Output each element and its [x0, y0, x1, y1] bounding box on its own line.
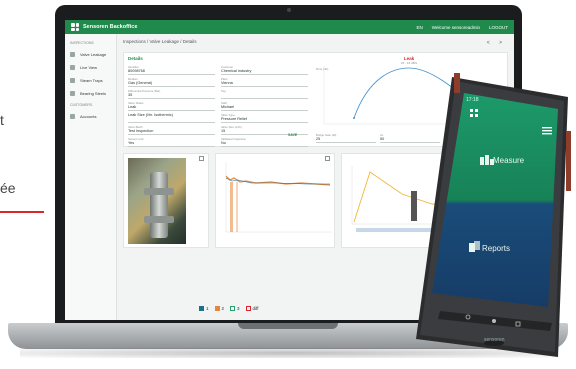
field-value: 25: [316, 137, 321, 141]
measure-button[interactable]: Measure: [493, 156, 524, 165]
pager-arrows[interactable]: < >: [487, 40, 506, 46]
checkbox[interactable]: [214, 306, 220, 311]
field-valve-status[interactable]: Valve Status Leak: [128, 101, 215, 111]
field-value: Michael: [221, 105, 235, 109]
field-customer[interactable]: Customer Chemical Industry: [221, 65, 308, 75]
brand-name: Sensoren Backoffice: [83, 24, 138, 30]
sidebar-item-label: Bearing Steels: [80, 91, 107, 96]
checkbox[interactable]: [230, 306, 236, 311]
field-valve-batch[interactable]: Valve Batch Test Inspection: [128, 125, 215, 135]
laptop-camera: [287, 8, 291, 12]
field-tag[interactable]: Tag: [221, 89, 308, 99]
details-fields: Identifier 80098768 Customer Chemical Indu…: [128, 65, 308, 147]
legend-item-2[interactable]: 2: [214, 306, 225, 311]
expand-icon[interactable]: [199, 156, 204, 161]
page-text-fragment: ée: [0, 180, 16, 196]
field-leak-size[interactable]: Leak Size (l/hr. Isothermic): [128, 113, 215, 123]
breadcrumb: Inspections / Valve Leakage / Details: [123, 39, 197, 44]
field-pressure[interactable]: Differential Pressure (Bar) 35: [128, 89, 215, 99]
sidebar-item-label: Steam Traps: [80, 78, 103, 83]
legend-item-3[interactable]: 3: [230, 306, 240, 311]
logout-link[interactable]: LOGOUT: [489, 25, 508, 30]
legend-label: 2: [221, 306, 225, 311]
field-value: No: [221, 141, 226, 145]
field-value: Pressure Relief: [221, 117, 247, 121]
expand-icon[interactable]: [325, 156, 330, 161]
legend-item-1[interactable]: 1: [199, 306, 209, 311]
sidebar-item-label: Valve Leakage: [80, 52, 107, 57]
field-value: Chemical Industry: [221, 69, 252, 73]
spectrum-card: [215, 153, 335, 248]
field-identifier[interactable]: Identifier 80098768: [128, 65, 215, 75]
save-button[interactable]: SAVE: [288, 133, 297, 137]
phone-brand-mark: sensoren: [484, 337, 505, 343]
leak-ylabel: Rms (db): [316, 67, 328, 71]
accent-underline: [0, 211, 44, 213]
laptop-hinge-notch: [238, 323, 338, 329]
sidebar-item-valve-leakage[interactable]: Valve Leakage: [65, 48, 116, 61]
sidebar-item-live-view[interactable]: Live View: [65, 61, 116, 74]
eye-icon: [70, 65, 75, 70]
valve-photo[interactable]: [128, 158, 186, 244]
pipe-shape: [150, 172, 168, 238]
phone-body: [411, 73, 571, 357]
welcome-text: Welcome sensoreadmin: [431, 24, 480, 30]
sidebar-section-customers: CUSTOMERS: [70, 103, 93, 107]
sidebar-item-label: Accounts: [80, 114, 97, 119]
spectrum-chart: [225, 162, 332, 233]
photo-card: [123, 153, 209, 248]
field-value: 35: [128, 93, 133, 97]
sidebar-item-accounts[interactable]: Accounts: [65, 110, 116, 123]
page-text-fragment: t: [0, 112, 4, 128]
field-value: Leak Size (l/hr. Isothermic): [128, 113, 173, 117]
field-value: Test Inspection: [128, 129, 154, 133]
legend-label: diff: [252, 306, 259, 311]
phone-status-time: 17:18: [466, 97, 479, 103]
flange-shape: [144, 216, 174, 223]
field-label: Tag: [221, 89, 226, 93]
legend-label: 3: [237, 306, 240, 311]
field-value: 80098768: [128, 69, 145, 73]
leak-chart-subtitle: 25 · 18 dB/s: [400, 61, 418, 65]
brand-logo-icon: [71, 23, 79, 31]
field-staff[interactable]: Staff Michael: [221, 101, 308, 111]
field-value: Yes: [128, 141, 135, 145]
trap-icon: [70, 78, 75, 83]
checkbox[interactable]: [245, 306, 251, 311]
rugged-phone: 17:18 Measure Reports sensoren: [408, 71, 574, 362]
language-switch[interactable]: EN: [417, 25, 423, 30]
top-bar: Sensoren Backoffice EN Welcome sensoread…: [65, 20, 514, 34]
sidebar: INSPECTIONS Valve Leakage Live View Stea…: [65, 34, 117, 320]
checkbox[interactable]: [199, 306, 204, 311]
field-value: Gas (General): [128, 81, 153, 85]
chart-legend: 1 2 3 diff: [199, 306, 258, 311]
reports-button[interactable]: Reports: [482, 244, 510, 253]
field-medium[interactable]: Medium Gas (General): [128, 77, 215, 87]
field-bridge[interactable]: Bridge Gate (all) 25: [316, 133, 376, 143]
field-value: Leak: [128, 105, 137, 109]
sidebar-item-label: Live View: [80, 65, 98, 70]
legend-label: 1: [206, 306, 209, 311]
flange-shape: [144, 188, 174, 195]
field-sensor-lock[interactable]: Sensor Lock Yes: [128, 137, 215, 147]
field-validated[interactable]: Validated Inspection No: [221, 137, 308, 147]
field-valve-type[interactable]: Valve Type Pressure Relief: [221, 113, 308, 123]
sidebar-section-inspections: INSPECTIONS: [70, 41, 94, 45]
field-value: Vienna: [221, 81, 233, 85]
bearing-icon: [70, 91, 75, 96]
valve-icon: [70, 52, 75, 57]
sidebar-item-steam-traps[interactable]: Steam Traps: [65, 74, 116, 87]
field-plant[interactable]: Plant Vienna: [221, 77, 308, 87]
scene: t ée Sensoren Backoffice EN Welcome sens…: [0, 0, 576, 369]
people-icon: [70, 114, 75, 119]
legend-item-diff[interactable]: diff: [245, 306, 259, 311]
sidebar-item-bearing-steels[interactable]: Bearing Steels: [65, 87, 116, 100]
